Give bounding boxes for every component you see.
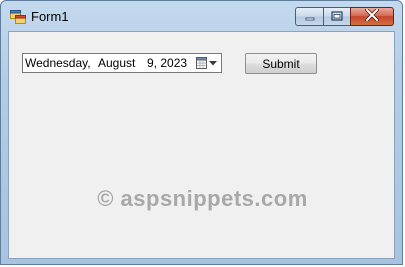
window-title: Form1 — [31, 9, 69, 24]
title-bar[interactable]: Form1 — [1, 1, 402, 31]
caption-buttons — [295, 7, 394, 26]
form1-window: Form1 Wednesday, August 9, 2023 Submit ©… — [0, 0, 403, 265]
close-icon — [364, 7, 380, 26]
watermark-text: © aspsnippets.com — [97, 186, 308, 211]
date-picker-date-year[interactable]: 9, 2023 — [147, 56, 187, 70]
calendar-dropdown-icon[interactable] — [195, 55, 219, 71]
close-button[interactable] — [350, 7, 394, 26]
submit-button[interactable]: Submit — [245, 53, 317, 74]
date-picker-month[interactable]: August — [98, 56, 135, 70]
minimize-button[interactable] — [295, 7, 323, 26]
date-picker-day-of-week[interactable]: Wednesday, — [25, 56, 91, 70]
maximize-icon — [331, 8, 343, 26]
minimize-icon — [305, 8, 315, 26]
form-app-icon — [10, 10, 26, 24]
form-client-area: Wednesday, August 9, 2023 Submit © aspsn… — [8, 31, 395, 259]
maximize-button[interactable] — [323, 7, 350, 26]
date-picker[interactable]: Wednesday, August 9, 2023 — [22, 53, 222, 73]
